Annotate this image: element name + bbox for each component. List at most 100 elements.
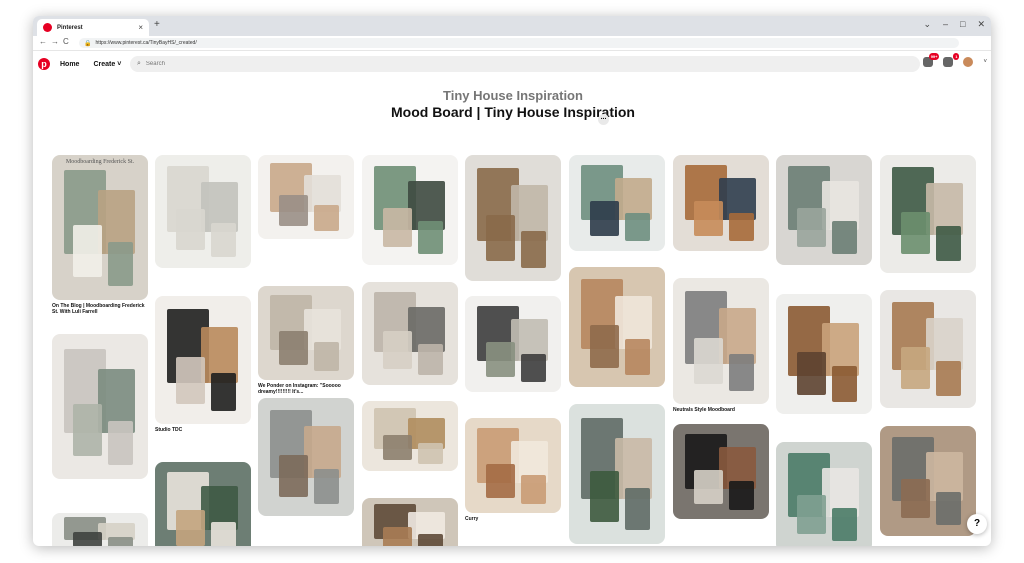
pin-card[interactable] [465, 296, 561, 392]
pin-image[interactable] [362, 282, 458, 385]
swatch-sample [935, 225, 961, 262]
pin-card[interactable] [362, 155, 458, 265]
pin-image[interactable] [258, 155, 354, 239]
search-input[interactable] [143, 60, 748, 68]
pin-image[interactable] [52, 513, 148, 546]
pin-caption[interactable]: On The Blog | Moodboarding Frederick St.… [52, 303, 148, 315]
tab-close-icon[interactable]: × [138, 23, 143, 32]
swatch-sample [417, 221, 443, 254]
create-menu[interactable]: Create ˅ [93, 61, 121, 68]
pin-card[interactable] [569, 155, 665, 251]
pin-image[interactable] [258, 398, 354, 516]
pin-card[interactable] [155, 155, 251, 268]
notifications-bell-icon[interactable]: 99+ [923, 53, 940, 67]
pin-card[interactable] [673, 424, 769, 519]
pin-image[interactable] [465, 155, 561, 281]
swatch-sample [590, 201, 619, 236]
pin-image[interactable] [362, 155, 458, 265]
pin-card[interactable]: Warm Whites and Timbers [362, 498, 458, 546]
pin-image[interactable] [880, 426, 976, 536]
pin-image[interactable] [569, 404, 665, 544]
pin-image[interactable] [880, 290, 976, 408]
swatch-sample [383, 331, 412, 369]
pin-card[interactable] [569, 267, 665, 387]
pin-image[interactable] [776, 155, 872, 265]
home-link[interactable]: Home [60, 61, 79, 68]
maximize-button[interactable]: □ [960, 19, 965, 30]
close-window-button[interactable]: ✕ [977, 19, 985, 30]
pin-image[interactable] [776, 294, 872, 414]
avatar[interactable] [963, 57, 974, 67]
pin-image[interactable] [155, 296, 251, 424]
pin-card[interactable]: We Ponder on Instagram: "Sooooo dreamy!!… [258, 286, 354, 395]
pin-card[interactable]: Curry [465, 418, 561, 522]
pin-card[interactable] [362, 282, 458, 385]
address-bar[interactable]: 🔒 https://www.pinterest.ca/TinyBayHS/_cr… [79, 38, 959, 48]
pinterest-logo-icon[interactable]: p [38, 58, 50, 70]
search-bar[interactable]: ⌕ [130, 56, 920, 72]
pin-image[interactable] [52, 334, 148, 479]
new-tab-button[interactable]: + [154, 19, 160, 30]
browser-tab[interactable]: Pinterest × [37, 19, 149, 36]
notifications-badge: 99+ [928, 53, 940, 60]
pin-image[interactable] [362, 401, 458, 471]
pin-image[interactable] [155, 462, 251, 546]
pin-image[interactable] [673, 278, 769, 404]
swatch-sample [313, 468, 339, 505]
pin-card[interactable] [776, 155, 872, 265]
messages-badge: 1 [953, 53, 960, 60]
pin-card[interactable] [258, 155, 354, 239]
pin-image[interactable] [880, 155, 976, 273]
pin-card[interactable] [880, 290, 976, 408]
pin-card[interactable] [362, 401, 458, 471]
swatch-sample [107, 537, 133, 546]
pin-image[interactable] [569, 155, 665, 251]
pin-card[interactable] [880, 155, 976, 273]
board-more-button[interactable]: ... [598, 114, 609, 125]
pin-caption[interactable]: Studio TDC [155, 427, 251, 433]
search-icon: ⌕ [137, 60, 141, 67]
pin-caption[interactable]: Neutrals Style Moodboard [673, 407, 769, 413]
pin-card[interactable] [673, 155, 769, 251]
pin-card[interactable]: Neutrals Style Moodboard [673, 278, 769, 413]
forward-arrow-icon[interactable]: → [51, 37, 63, 46]
tab-search-icon[interactable]: ⌄ [923, 19, 931, 30]
pin-card[interactable] [880, 426, 976, 536]
swatch-sample [590, 324, 619, 368]
pin-image[interactable] [673, 424, 769, 519]
swatch-sample [73, 224, 102, 277]
pin-card[interactable] [258, 398, 354, 516]
help-button[interactable]: ? [967, 514, 987, 534]
swatch-sample [313, 205, 339, 231]
swatch-sample [417, 534, 443, 546]
pin-image[interactable] [776, 442, 872, 546]
reload-icon[interactable]: C [63, 37, 73, 46]
back-arrow-icon[interactable]: ← [39, 37, 51, 46]
swatch-sample [694, 201, 723, 236]
pin-card[interactable]: Moodboarding Frederick St. On The Blog | … [52, 155, 148, 315]
pin-overlay-text: Moodboarding Frederick St. [65, 159, 135, 165]
browser-window: Pinterest × + ⌄ – □ ✕ ←→C 🔒 https://www.… [33, 16, 991, 546]
pin-image[interactable] [465, 418, 561, 513]
pin-image[interactable]: Moodboarding Frederick St. [52, 155, 148, 300]
pin-image[interactable] [362, 498, 458, 546]
pin-card[interactable]: Studio TDC [155, 296, 251, 433]
pin-image[interactable] [465, 296, 561, 392]
pin-caption[interactable]: Curry [465, 516, 561, 522]
lock-icon: 🔒 [84, 40, 92, 47]
pin-card[interactable]: Neutral colour palette with grey, white … [52, 513, 148, 546]
pin-caption[interactable]: We Ponder on Instagram: "Sooooo dreamy!!… [258, 383, 354, 395]
pin-card[interactable] [776, 294, 872, 414]
pin-card[interactable]: The perfect green 💚 [776, 442, 872, 546]
pin-image[interactable] [673, 155, 769, 251]
pin-image[interactable] [258, 286, 354, 380]
minimize-button[interactable]: – [943, 19, 948, 30]
pin-card[interactable]: Color Studio: harmonious colours for con… [155, 462, 251, 546]
pin-card[interactable] [465, 155, 561, 281]
chevron-down-icon[interactable]: ˅ [983, 59, 987, 65]
messages-icon[interactable]: 1 [943, 53, 960, 67]
pin-card[interactable] [52, 334, 148, 479]
pin-image[interactable] [155, 155, 251, 268]
pin-image[interactable] [569, 267, 665, 387]
pin-card[interactable] [569, 404, 665, 544]
